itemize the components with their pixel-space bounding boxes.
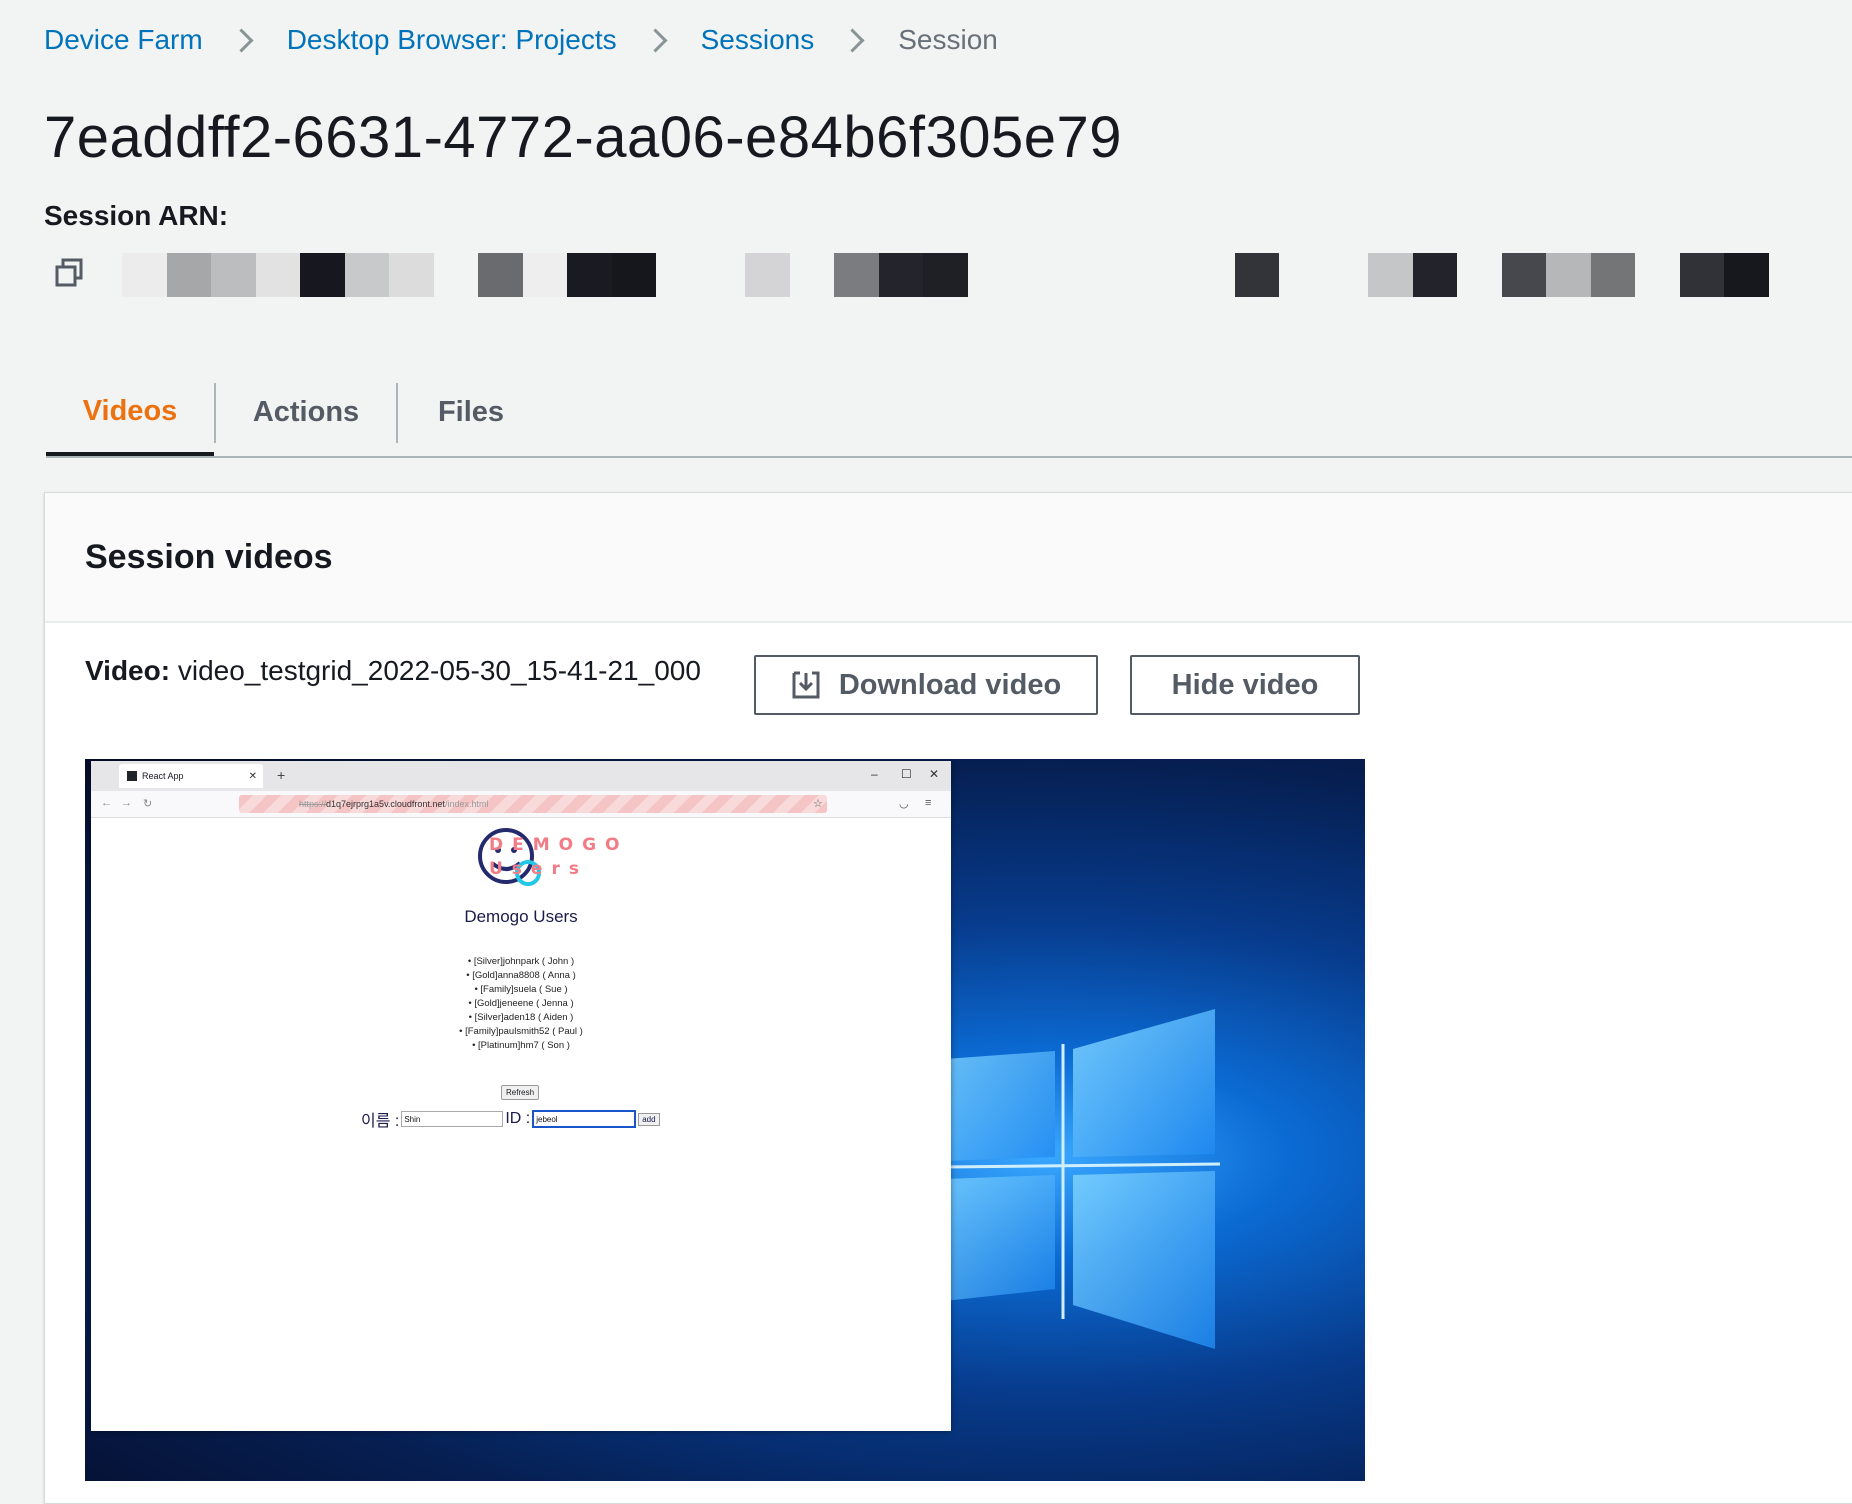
forward-icon[interactable]: → <box>121 797 132 809</box>
redaction-block <box>1679 253 1724 297</box>
list-item: [Family]suela ( Sue ) <box>91 983 951 997</box>
url-prefix: https:// <box>299 799 327 809</box>
redaction-block <box>923 253 968 297</box>
browser-nav-bar: ← → ↻ https://d1q7ejrprg1a5v.cloudfront.… <box>91 791 951 818</box>
copy-icon[interactable] <box>54 258 84 288</box>
session-arn-label: Session ARN: <box>44 200 229 231</box>
redaction-block <box>166 253 211 297</box>
breadcrumb: Device Farm Desktop Browser: Projects Se… <box>44 24 998 56</box>
tab-actions[interactable]: Actions <box>216 370 396 454</box>
list-item: [Platinum]hm7 ( Son ) <box>91 1039 951 1053</box>
hide-video-button[interactable]: Hide video <box>1130 655 1360 715</box>
video-label: Video: <box>85 655 171 686</box>
redaction-block <box>1234 253 1279 297</box>
reload-icon[interactable]: ↻ <box>143 797 152 810</box>
redaction-block <box>389 253 434 297</box>
refresh-button[interactable]: Refresh <box>501 1085 540 1100</box>
download-video-label: Download video <box>838 668 1062 701</box>
demogo-logo: DEMOGO Users <box>411 823 621 893</box>
redaction-block <box>1590 253 1635 297</box>
app-title: Demogo Users <box>464 907 578 926</box>
close-tab-icon[interactable]: ✕ <box>249 771 257 782</box>
chevron-right-icon <box>643 26 671 54</box>
breadcrumb-desktop-browser-projects[interactable]: Desktop Browser: Projects <box>287 24 617 56</box>
list-item: [Gold]anna8808 ( Anna ) <box>91 969 951 983</box>
user-list: [Silver]johnpark ( John ) [Gold]anna8808… <box>91 955 951 1053</box>
list-item: [Family]paulsmith52 ( Paul ) <box>91 1025 951 1039</box>
add-button[interactable]: add <box>638 1112 660 1126</box>
redaction-block <box>567 253 612 297</box>
redaction-block <box>300 253 345 297</box>
url-path: /index.html <box>444 799 489 809</box>
chevron-right-icon <box>840 26 868 54</box>
name-input[interactable]: Shin <box>401 1111 504 1127</box>
react-favicon-icon <box>127 771 137 781</box>
windows-logo-wallpaper <box>945 1009 1221 1349</box>
add-user-form: 이름 : Shin ID : jebeol add <box>361 1107 660 1131</box>
redaction-block <box>255 253 300 297</box>
bookmark-star-icon[interactable]: ☆ <box>813 797 823 810</box>
name-label: 이름 : <box>361 1113 400 1130</box>
redaction-block <box>478 253 523 297</box>
id-label: ID : <box>505 1110 531 1127</box>
browser-tab[interactable]: React App ✕ <box>119 764 263 788</box>
download-video-button[interactable]: Download video <box>754 655 1098 715</box>
redaction-block <box>1501 253 1546 297</box>
breadcrumb-device-farm[interactable]: Device Farm <box>44 24 203 56</box>
redaction-block <box>522 253 567 297</box>
new-tab-icon[interactable]: + <box>277 767 285 783</box>
tab-videos[interactable]: Videos <box>46 370 214 456</box>
url-bar[interactable]: https://d1q7ejrprg1a5v.cloudfront.net/in… <box>239 795 827 813</box>
chevron-right-icon <box>229 26 257 54</box>
download-icon <box>792 671 820 699</box>
logo-text-line2: Users <box>489 859 588 879</box>
video-info: Video: video_testgrid_2022-05-30_15-41-2… <box>85 655 701 687</box>
url-host: d1q7ejrprg1a5v.cloudfront.net <box>326 799 445 809</box>
redaction-block <box>1368 253 1413 297</box>
redaction-block <box>611 253 656 297</box>
close-window-icon[interactable]: ✕ <box>929 767 939 781</box>
list-item: [Gold]jeneene ( Jenna ) <box>91 997 951 1011</box>
list-item: [Silver]johnpark ( John ) <box>91 955 951 969</box>
session-videos-panel: Session videos Video: video_testgrid_202… <box>44 492 1852 1504</box>
browser-tab-title: React App <box>142 771 184 781</box>
panel-title: Session videos <box>85 537 333 576</box>
video-name: video_testgrid_2022-05-30_15-41-21_000 <box>177 655 701 686</box>
redaction-block <box>1546 253 1591 297</box>
minimize-icon[interactable]: – <box>871 767 878 781</box>
maximize-icon[interactable]: ☐ <box>901 767 912 781</box>
video-player[interactable]: React App ✕ + – ☐ ✕ ← → ↻ https://d1q7ej… <box>85 759 1365 1481</box>
list-item: [Silver]aden18 ( Aiden ) <box>91 1011 951 1025</box>
redaction-block <box>834 253 879 297</box>
panel-header: Session videos <box>45 493 1852 623</box>
redaction-block <box>878 253 923 297</box>
redaction-block <box>211 253 256 297</box>
redaction-block <box>122 253 167 297</box>
id-input[interactable]: jebeol <box>532 1110 637 1128</box>
menu-icon[interactable]: ≡ <box>925 797 931 809</box>
breadcrumb-sessions[interactable]: Sessions <box>701 24 815 56</box>
redaction-block <box>1724 253 1769 297</box>
breadcrumb-current: Session <box>898 24 998 55</box>
pocket-icon[interactable]: ◡ <box>899 797 909 810</box>
tab-files[interactable]: Files <box>398 370 544 454</box>
redaction-block <box>344 253 389 297</box>
redaction-block <box>745 253 790 297</box>
browser-tab-bar: React App ✕ + – ☐ ✕ <box>91 761 951 791</box>
browser-window: React App ✕ + – ☐ ✕ ← → ↻ https://d1q7ej… <box>91 761 951 1431</box>
tab-list: Videos Actions Files <box>46 370 1852 458</box>
back-icon[interactable]: ← <box>101 797 112 809</box>
page-title: 7eaddff2-6631-4772-aa06-e84b6f305e79 <box>44 105 1123 170</box>
session-arn-value-redacted <box>122 253 1782 297</box>
redaction-block <box>1412 253 1457 297</box>
smiley-logo-icon <box>478 828 541 886</box>
logo-text-line1: DEMOGO <box>489 835 629 855</box>
